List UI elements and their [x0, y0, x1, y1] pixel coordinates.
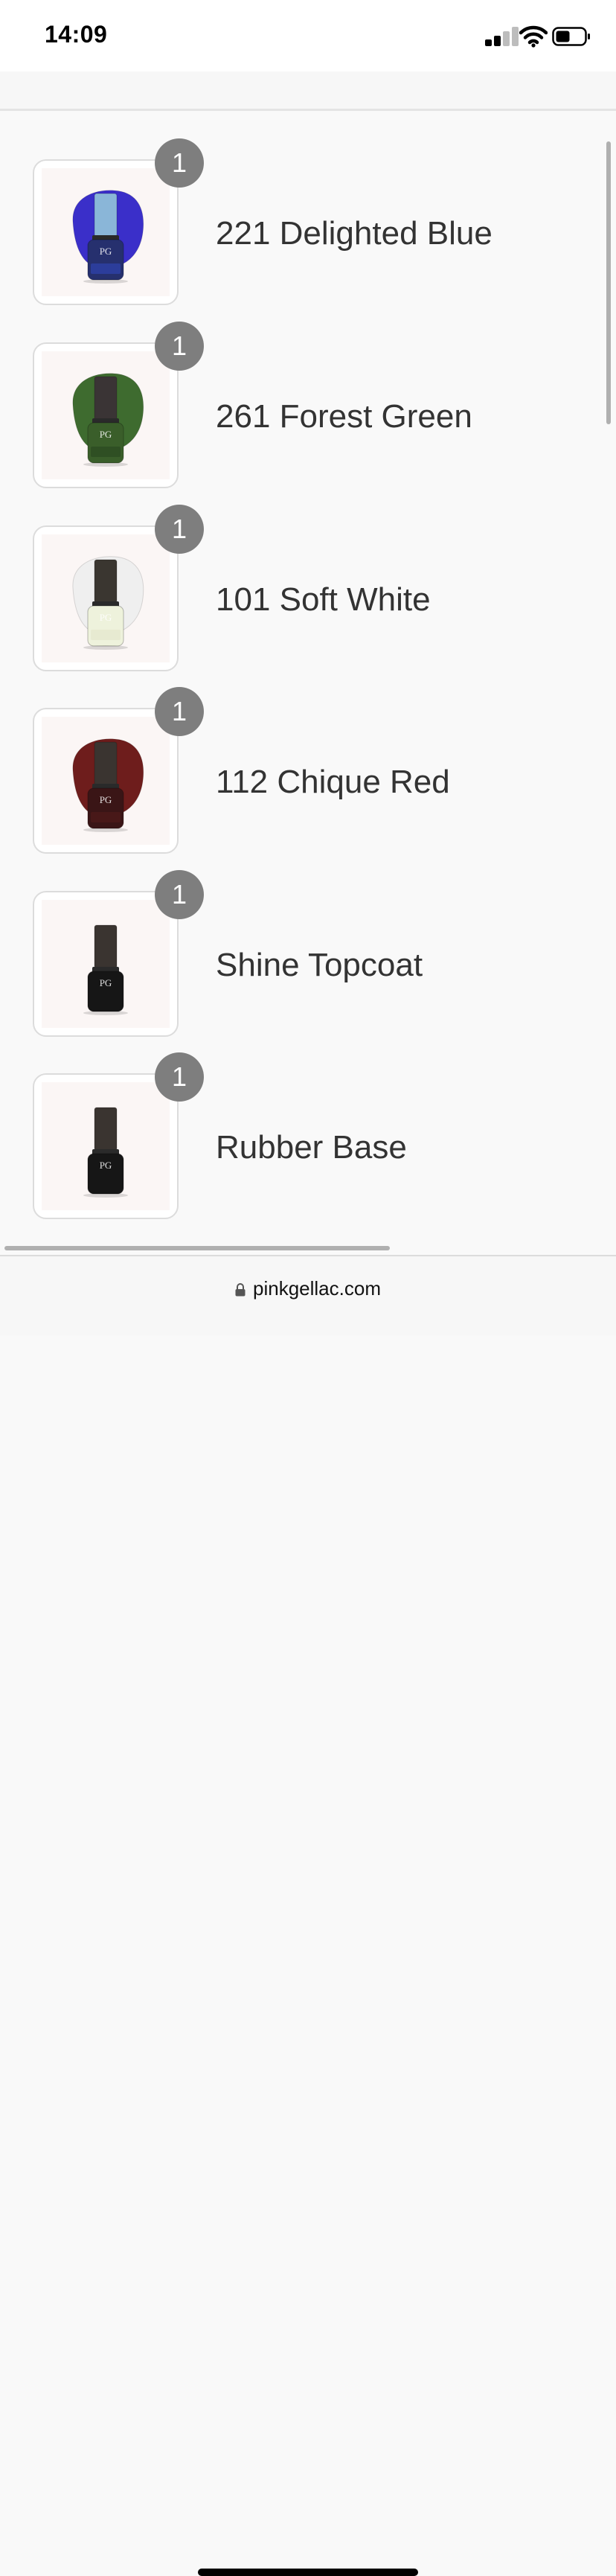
product-thumbnail[interactable]: PG: [33, 1073, 179, 1219]
cart-item-list[interactable]: PG 1 221 Delighted Blue PG 1 261 Forest Green…: [0, 111, 616, 1250]
cart-item-row[interactable]: PG 1 101 Soft White: [0, 477, 616, 671]
svg-text:PG: PG: [100, 429, 112, 440]
product-name[interactable]: Shine Topcoat: [216, 947, 423, 984]
quantity-badge: 1: [155, 138, 204, 188]
chique-red-polish-image: PG: [72, 738, 144, 832]
quantity-badge: 1: [155, 1052, 204, 1102]
product-thumbnail[interactable]: PG: [33, 525, 179, 671]
status-time: 14:09: [45, 21, 108, 48]
svg-text:PG: PG: [100, 1160, 112, 1171]
product-thumbnail[interactable]: PG: [33, 891, 179, 1037]
product-thumbnail[interactable]: PG: [33, 342, 179, 488]
battery-icon: [552, 27, 590, 46]
quantity-badge: 1: [155, 505, 204, 554]
vertical-scrollbar[interactable]: [606, 141, 611, 424]
forest-green-polish-image: PG: [72, 373, 144, 467]
page-header-strip: [0, 71, 616, 111]
product-thumbnail[interactable]: PG: [33, 708, 179, 854]
url-text: pinkgellac.com: [253, 1277, 381, 1300]
horizontal-scrollbar[interactable]: [4, 1246, 390, 1250]
soft-white-polish-image: PG: [72, 556, 144, 650]
url-display[interactable]: pinkgellac.com: [0, 1277, 616, 1300]
product-name[interactable]: 101 Soft White: [216, 581, 431, 619]
cellular-signal-icon: [485, 27, 524, 46]
cart-item-row[interactable]: PG 1 221 Delighted Blue: [0, 111, 616, 305]
product-name[interactable]: Rubber Base: [216, 1129, 407, 1166]
shine-topcoat-bottle-image: PG: [83, 924, 128, 1015]
quantity-badge: 1: [155, 687, 204, 736]
cart-item-row[interactable]: PG 1 Rubber Base: [0, 1025, 616, 1219]
rubber-base-bottle-image: PG: [83, 1107, 128, 1198]
wifi-icon: [519, 25, 548, 48]
cart-item-row[interactable]: PG 1 Shine Topcoat: [0, 843, 616, 1037]
product-thumbnail[interactable]: PG: [33, 159, 179, 305]
quantity-badge: 1: [155, 322, 204, 371]
status-bar: 14:09: [0, 0, 616, 71]
cart-item-row[interactable]: PG 1 261 Forest Green: [0, 294, 616, 488]
lock-icon: [235, 1283, 246, 1297]
product-name[interactable]: 261 Forest Green: [216, 398, 472, 435]
delighted-blue-polish-image: PG: [72, 190, 144, 284]
cart-item-row[interactable]: PG 1 112 Chique Red: [0, 659, 616, 854]
product-name[interactable]: 221 Delighted Blue: [216, 215, 493, 252]
svg-text:PG: PG: [100, 794, 112, 805]
product-name[interactable]: 112 Chique Red: [216, 764, 450, 801]
browser-url-bar[interactable]: pinkgellac.com: [0, 1255, 616, 2576]
svg-text:PG: PG: [100, 246, 112, 257]
svg-text:PG: PG: [100, 977, 112, 988]
quantity-badge: 1: [155, 870, 204, 919]
home-indicator[interactable]: [198, 2569, 418, 2576]
svg-text:PG: PG: [100, 612, 112, 623]
